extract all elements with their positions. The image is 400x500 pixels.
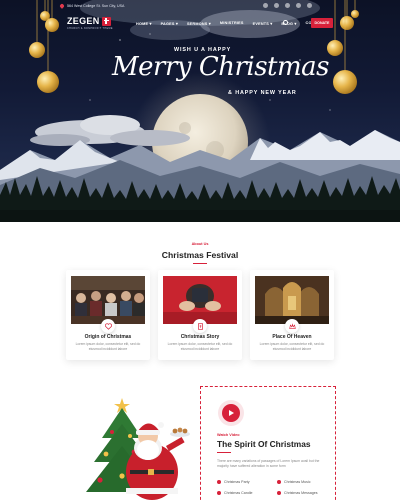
ornament	[45, 18, 59, 32]
nav-item-sermons[interactable]: SERMONS ▾	[187, 21, 211, 26]
card-image	[255, 276, 329, 324]
video-title: The Spirit Of Christmas	[217, 439, 311, 449]
nav-item-events[interactable]: EVENTS ▾	[253, 21, 273, 26]
search-icon[interactable]	[283, 20, 288, 25]
hero-banner: 564 West College St. Sun City, USA ZEGEN…	[0, 0, 400, 222]
nav-item-home[interactable]: HOME ▾	[136, 21, 152, 26]
logo-tagline: CHURCH & NONPROFIT THEME	[67, 27, 113, 30]
list-item: Christmas Messages	[277, 491, 337, 495]
instagram-icon[interactable]	[285, 3, 290, 8]
ornament	[37, 71, 59, 93]
card-title: Christmas Story	[180, 334, 220, 340]
nav-item-ministries[interactable]: MINISTRIES	[220, 21, 244, 26]
nav-icons	[283, 20, 288, 25]
facebook-icon[interactable]	[263, 3, 268, 8]
heart-icon	[101, 319, 115, 333]
video-kicker: Watch Video	[217, 433, 240, 437]
ornament	[327, 40, 343, 56]
bullet-icon	[217, 491, 221, 495]
section-title: Christmas Festival	[161, 250, 239, 260]
donate-button[interactable]: DONATE	[311, 18, 333, 28]
main-nav: HOME ▾ PAGES ▾ SERMONS ▾ MINISTRIES EVEN…	[136, 21, 332, 26]
top-bar: 564 West College St. Sun City, USA	[0, 0, 400, 12]
card-desc: Lorem ipsum dolor, consectetur elit, sed…	[167, 342, 233, 351]
card-title: Place Of Heaven	[272, 334, 312, 340]
ornament	[333, 70, 357, 94]
pinterest-icon[interactable]	[296, 3, 301, 8]
play-button[interactable]	[222, 404, 240, 422]
card-desc: Lorem ipsum dolor, consectetur elit, sed…	[75, 342, 141, 351]
cross-icon	[101, 16, 111, 26]
ornament	[29, 42, 45, 58]
location-pin-icon	[59, 3, 65, 9]
card-title: Origin of Christmas	[84, 334, 132, 340]
title-divider	[217, 452, 231, 453]
hero-title: Merry Christmas	[112, 52, 330, 82]
page: 564 West College St. Sun City, USA ZEGEN…	[0, 0, 400, 500]
address: 564 West College St. Sun City, USA	[59, 3, 125, 9]
logo-text: ZEGEN	[67, 16, 100, 26]
behance-icon[interactable]	[307, 3, 312, 8]
address-text: 564 West College St. Sun City, USA	[67, 4, 125, 8]
feature-card[interactable]: Christmas Story Lorem ipsum dolor, conse…	[158, 270, 242, 360]
card-image	[163, 276, 237, 324]
list-item: Christmas Music	[277, 480, 337, 484]
bullet-icon	[277, 480, 281, 484]
bible-icon	[193, 319, 207, 333]
logo[interactable]: ZEGEN	[67, 16, 111, 26]
hero-subtitle: & HAPPY NEW YEAR	[228, 90, 297, 96]
nav-item-pages[interactable]: PAGES ▾	[161, 21, 178, 26]
bullet-icon	[277, 491, 281, 495]
crown-icon	[285, 319, 299, 333]
social-links	[263, 3, 312, 8]
twitter-icon[interactable]	[274, 3, 279, 8]
feature-list: Christmas Party Christmas Music Christma…	[217, 480, 337, 495]
feature-card[interactable]: Origin of Christmas Lorem ipsum dolor, c…	[66, 270, 150, 360]
list-item: Christmas Candle	[217, 491, 277, 495]
list-item: Christmas Party	[217, 480, 277, 484]
hero-scene	[0, 0, 400, 222]
ornament	[340, 16, 354, 30]
card-image	[71, 276, 145, 324]
bullet-icon	[217, 480, 221, 484]
card-desc: Lorem ipsum dolor, consectetur elit, sed…	[259, 342, 325, 351]
feature-card[interactable]: Place Of Heaven Lorem ipsum dolor, conse…	[250, 270, 334, 360]
video-desc: There are many variations of passages of…	[217, 459, 320, 468]
santa-illustration	[86, 398, 190, 500]
title-divider	[193, 263, 207, 264]
section-kicker: About Us	[191, 242, 209, 246]
